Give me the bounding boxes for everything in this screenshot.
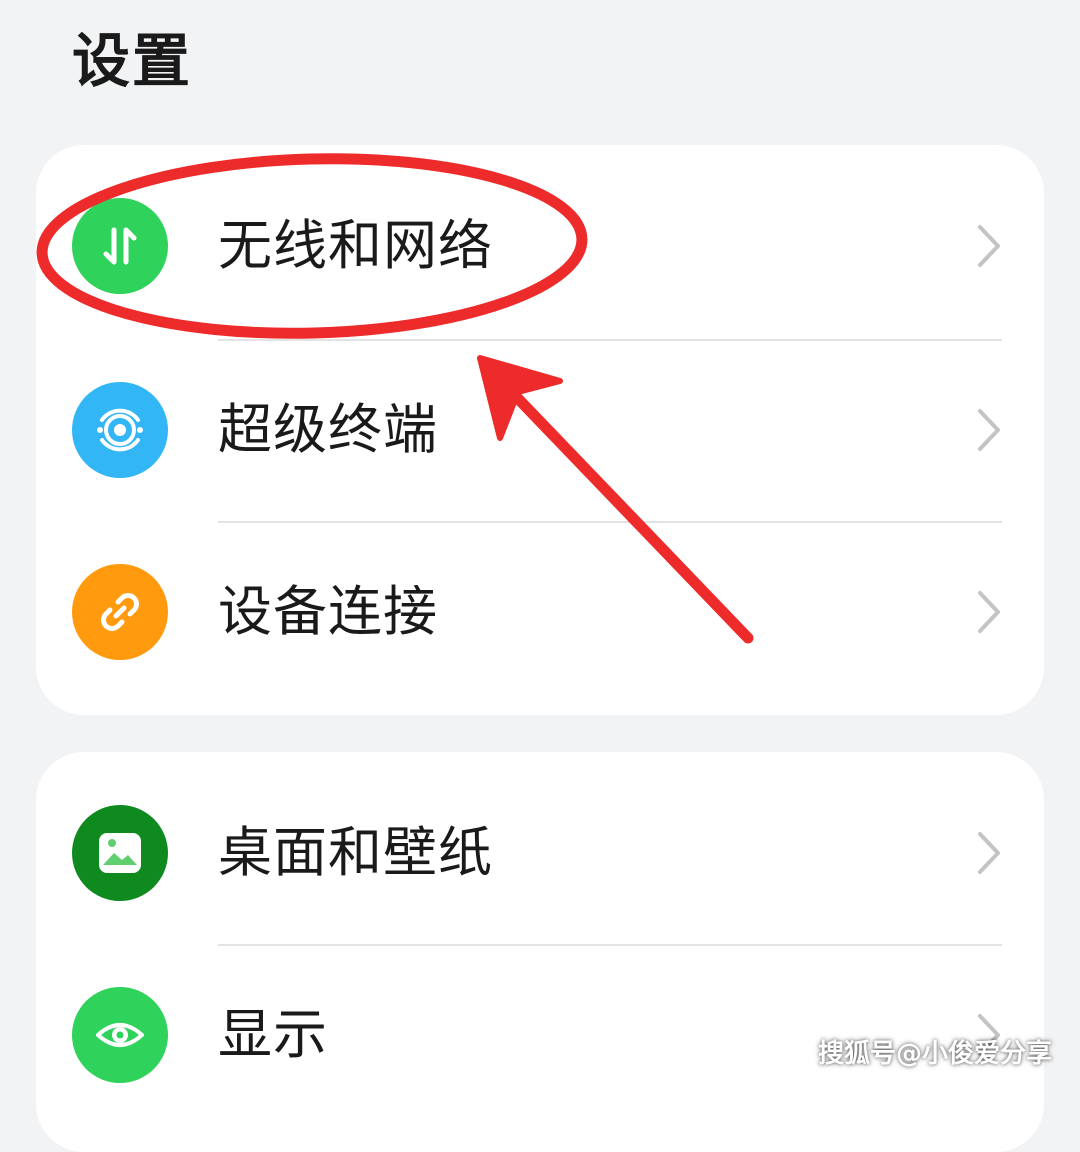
settings-item-label: 无线和网络 (218, 214, 493, 277)
chevron-right-icon (978, 225, 1000, 267)
chevron-right-icon (978, 591, 1000, 633)
settings-item-wireless-network[interactable]: 无线和网络 (36, 155, 1044, 337)
page-title: 设置 (72, 27, 193, 95)
chevron-right-icon (978, 409, 1000, 451)
eye-icon (72, 987, 168, 1083)
settings-item-home-wallpaper[interactable]: 桌面和壁纸 (36, 762, 1044, 944)
settings-item-label: 超级终端 (218, 398, 438, 461)
settings-item-label: 桌面和壁纸 (218, 821, 493, 884)
data-transfer-icon (72, 198, 168, 294)
settings-item-label: 显示 (218, 1003, 328, 1066)
settings-item-label: 设备连接 (218, 580, 438, 643)
settings-group-display: 桌面和壁纸 显示 (36, 752, 1044, 1152)
super-device-icon (72, 382, 168, 478)
chevron-right-icon (978, 832, 1000, 874)
settings-item-super-device[interactable]: 超级终端 (36, 339, 1044, 521)
watermark-text: 搜狐号@小俊爱分享 (817, 1039, 1052, 1069)
settings-group-connectivity: 无线和网络 超级终端 设备连接 (36, 145, 1044, 715)
link-icon (72, 564, 168, 660)
settings-item-device-connection[interactable]: 设备连接 (36, 521, 1044, 703)
wallpaper-icon (72, 805, 168, 901)
